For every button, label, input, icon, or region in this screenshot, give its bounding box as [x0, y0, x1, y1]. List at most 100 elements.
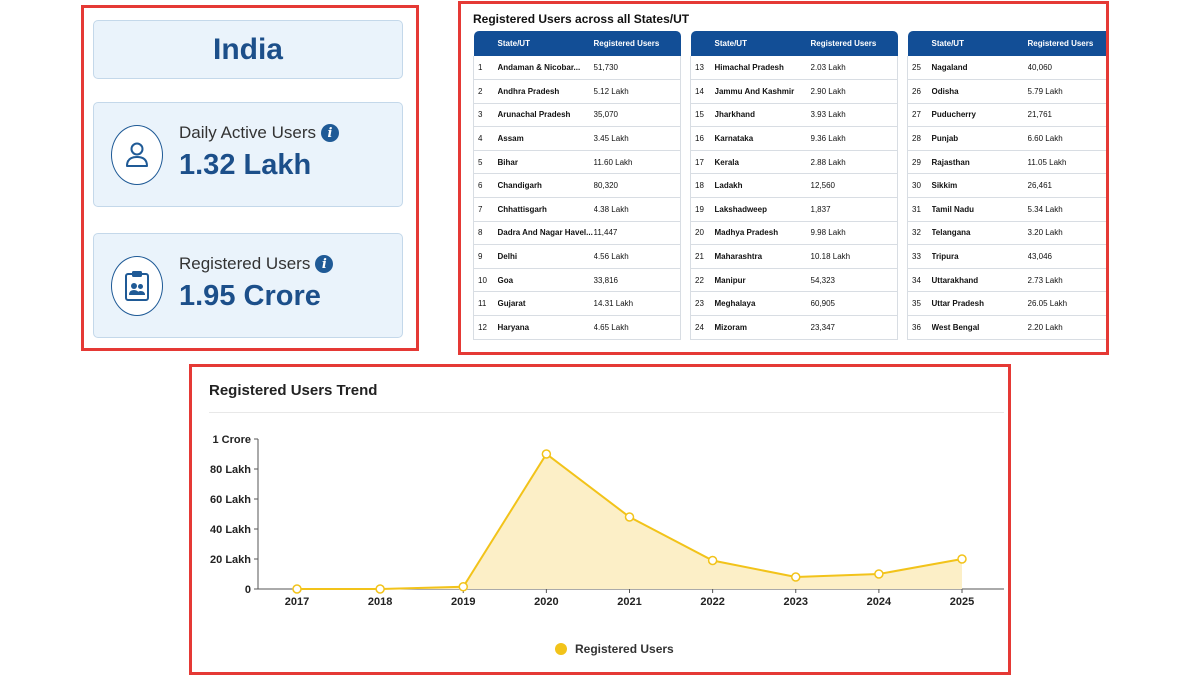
state-users: 40,060 [1027, 56, 1106, 81]
state-name: Sikkim [931, 173, 1028, 199]
table-row: 2 Andhra Pradesh 5.12 Lakh [473, 79, 681, 104]
state-name: West Bengal [931, 315, 1028, 340]
row-number: 26 [907, 79, 932, 104]
row-number: 16 [690, 126, 715, 151]
table-row: 22 Manipur 54,323 [690, 268, 898, 293]
state-name: Chhattisgarh [497, 197, 594, 222]
state-name: Andhra Pradesh [497, 79, 594, 104]
row-number: 7 [473, 197, 498, 222]
row-number: 24 [690, 315, 715, 340]
state-name: Odisha [931, 79, 1028, 104]
table-row: 21 Maharashtra 10.18 Lakh [690, 244, 898, 269]
table-row: 31 Tamil Nadu 5.34 Lakh [907, 197, 1106, 222]
state-users: 5.12 Lakh [593, 79, 681, 104]
state-name: Bihar [497, 150, 594, 175]
state-name: Kerala [714, 150, 811, 175]
info-icon[interactable]: i [315, 255, 334, 273]
states-table-1: State/UT Registered Users 1 Andaman & Nic… [473, 31, 681, 340]
registered-users-label-text: Registered Users [179, 254, 311, 273]
state-users: 4.56 Lakh [593, 244, 681, 269]
state-users: 12,560 [810, 173, 898, 199]
registered-users-label: Registered Users i [179, 254, 334, 274]
state-users: 5.34 Lakh [1027, 197, 1106, 222]
row-number: 29 [907, 150, 932, 175]
row-number: 11 [473, 291, 498, 317]
row-number: 9 [473, 244, 498, 269]
state-name: Rajasthan [931, 150, 1028, 175]
row-number: 18 [690, 173, 715, 199]
state-users: 10.18 Lakh [810, 244, 898, 269]
user-icon [111, 125, 163, 185]
state-name: Andaman & Nicobar... [497, 56, 594, 81]
row-number: 30 [907, 173, 932, 199]
chart-legend[interactable]: Registered Users [555, 642, 674, 656]
trend-chart: 0 20 Lakh 40 Lakh 60 Lakh 80 Lakh 1 Crore 2017… [210, 434, 1004, 608]
table-row: 24 Mizoram 23,347 [690, 315, 898, 340]
state-users: 26.05 Lakh [1027, 291, 1106, 317]
data-point [874, 569, 884, 579]
state-name: Manipur [714, 268, 811, 293]
x-tick-label: 2022 [700, 596, 724, 608]
state-users: 26,461 [1027, 173, 1106, 199]
row-number: 2 [473, 79, 498, 104]
row-number: 32 [907, 221, 932, 246]
state-name: Gujarat [497, 291, 594, 317]
table-row: 25 Nagaland 40,060 [907, 56, 1106, 81]
state-users: 3.45 Lakh [593, 126, 681, 151]
table-row: 18 Ladakh 12,560 [690, 173, 898, 199]
header-state: State/UT [714, 31, 811, 56]
state-name: Punjab [931, 126, 1028, 151]
row-number: 17 [690, 150, 715, 175]
header-users: Registered Users [1027, 31, 1106, 56]
row-number: 6 [473, 173, 498, 199]
table-row: 13 Himachal Pradesh 2.03 Lakh [690, 56, 898, 81]
row-number: 28 [907, 126, 932, 151]
state-users: 14.31 Lakh [593, 291, 681, 317]
state-name: Telangana [931, 221, 1028, 246]
y-tick-label: 80 Lakh [210, 464, 251, 476]
state-users: 11.05 Lakh [1027, 150, 1106, 175]
table-row: 10 Goa 33,816 [473, 268, 681, 293]
table-row: 20 Madhya Pradesh 9.98 Lakh [690, 221, 898, 246]
row-number: 1 [473, 56, 498, 81]
data-point [957, 554, 967, 564]
summary-panel: India Daily Active Users i 1.32 Lakh Reg… [81, 5, 419, 351]
row-number: 23 [690, 291, 715, 317]
row-number: 36 [907, 315, 932, 340]
table-row: 3 Arunachal Pradesh 35,070 [473, 103, 681, 128]
state-users: 3.93 Lakh [810, 103, 898, 128]
header-state: State/UT [931, 31, 1028, 56]
table-row: 15 Jharkhand 3.93 Lakh [690, 103, 898, 128]
y-tick-label: 1 Crore [212, 434, 251, 446]
state-name: Delhi [497, 244, 594, 269]
trend-chart-panel: Registered Users Trend 0 20 Lakh 40 Lakh 60… [189, 364, 1011, 675]
state-users: 3.20 Lakh [1027, 221, 1106, 246]
x-tick-label: 2020 [534, 596, 558, 608]
x-tick-label: 2023 [784, 596, 808, 608]
info-icon[interactable]: i [320, 124, 339, 142]
state-name: Mizoram [714, 315, 811, 340]
row-number: 34 [907, 268, 932, 293]
table-row: 27 Puducherry 21,761 [907, 103, 1106, 128]
registered-users-value: 1.95 Crore [179, 280, 321, 312]
data-point [458, 582, 468, 592]
data-point [791, 572, 801, 582]
state-name: Madhya Pradesh [714, 221, 811, 246]
data-point [624, 512, 635, 522]
row-number: 10 [473, 268, 498, 293]
row-number: 25 [907, 56, 932, 81]
daily-active-users-label-text: Daily Active Users [179, 123, 316, 142]
daily-active-users-value: 1.32 Lakh [179, 149, 312, 181]
row-number: 4 [473, 126, 498, 151]
state-users: 2.90 Lakh [810, 79, 898, 104]
table-row: 32 Telangana 3.20 Lakh [907, 221, 1106, 246]
table-row: 8 Dadra And Nagar Havel... 11,447 [473, 221, 681, 246]
x-tick-label: 2018 [368, 596, 392, 608]
table-row: 16 Karnataka 9.36 Lakh [690, 126, 898, 151]
clipboard-users-icon [111, 256, 163, 316]
state-users: 4.65 Lakh [593, 315, 681, 340]
state-users: 9.36 Lakh [810, 126, 898, 151]
table-row: 28 Punjab 6.60 Lakh [907, 126, 1106, 151]
state-name: Haryana [497, 315, 594, 340]
state-name: Himachal Pradesh [714, 56, 811, 81]
